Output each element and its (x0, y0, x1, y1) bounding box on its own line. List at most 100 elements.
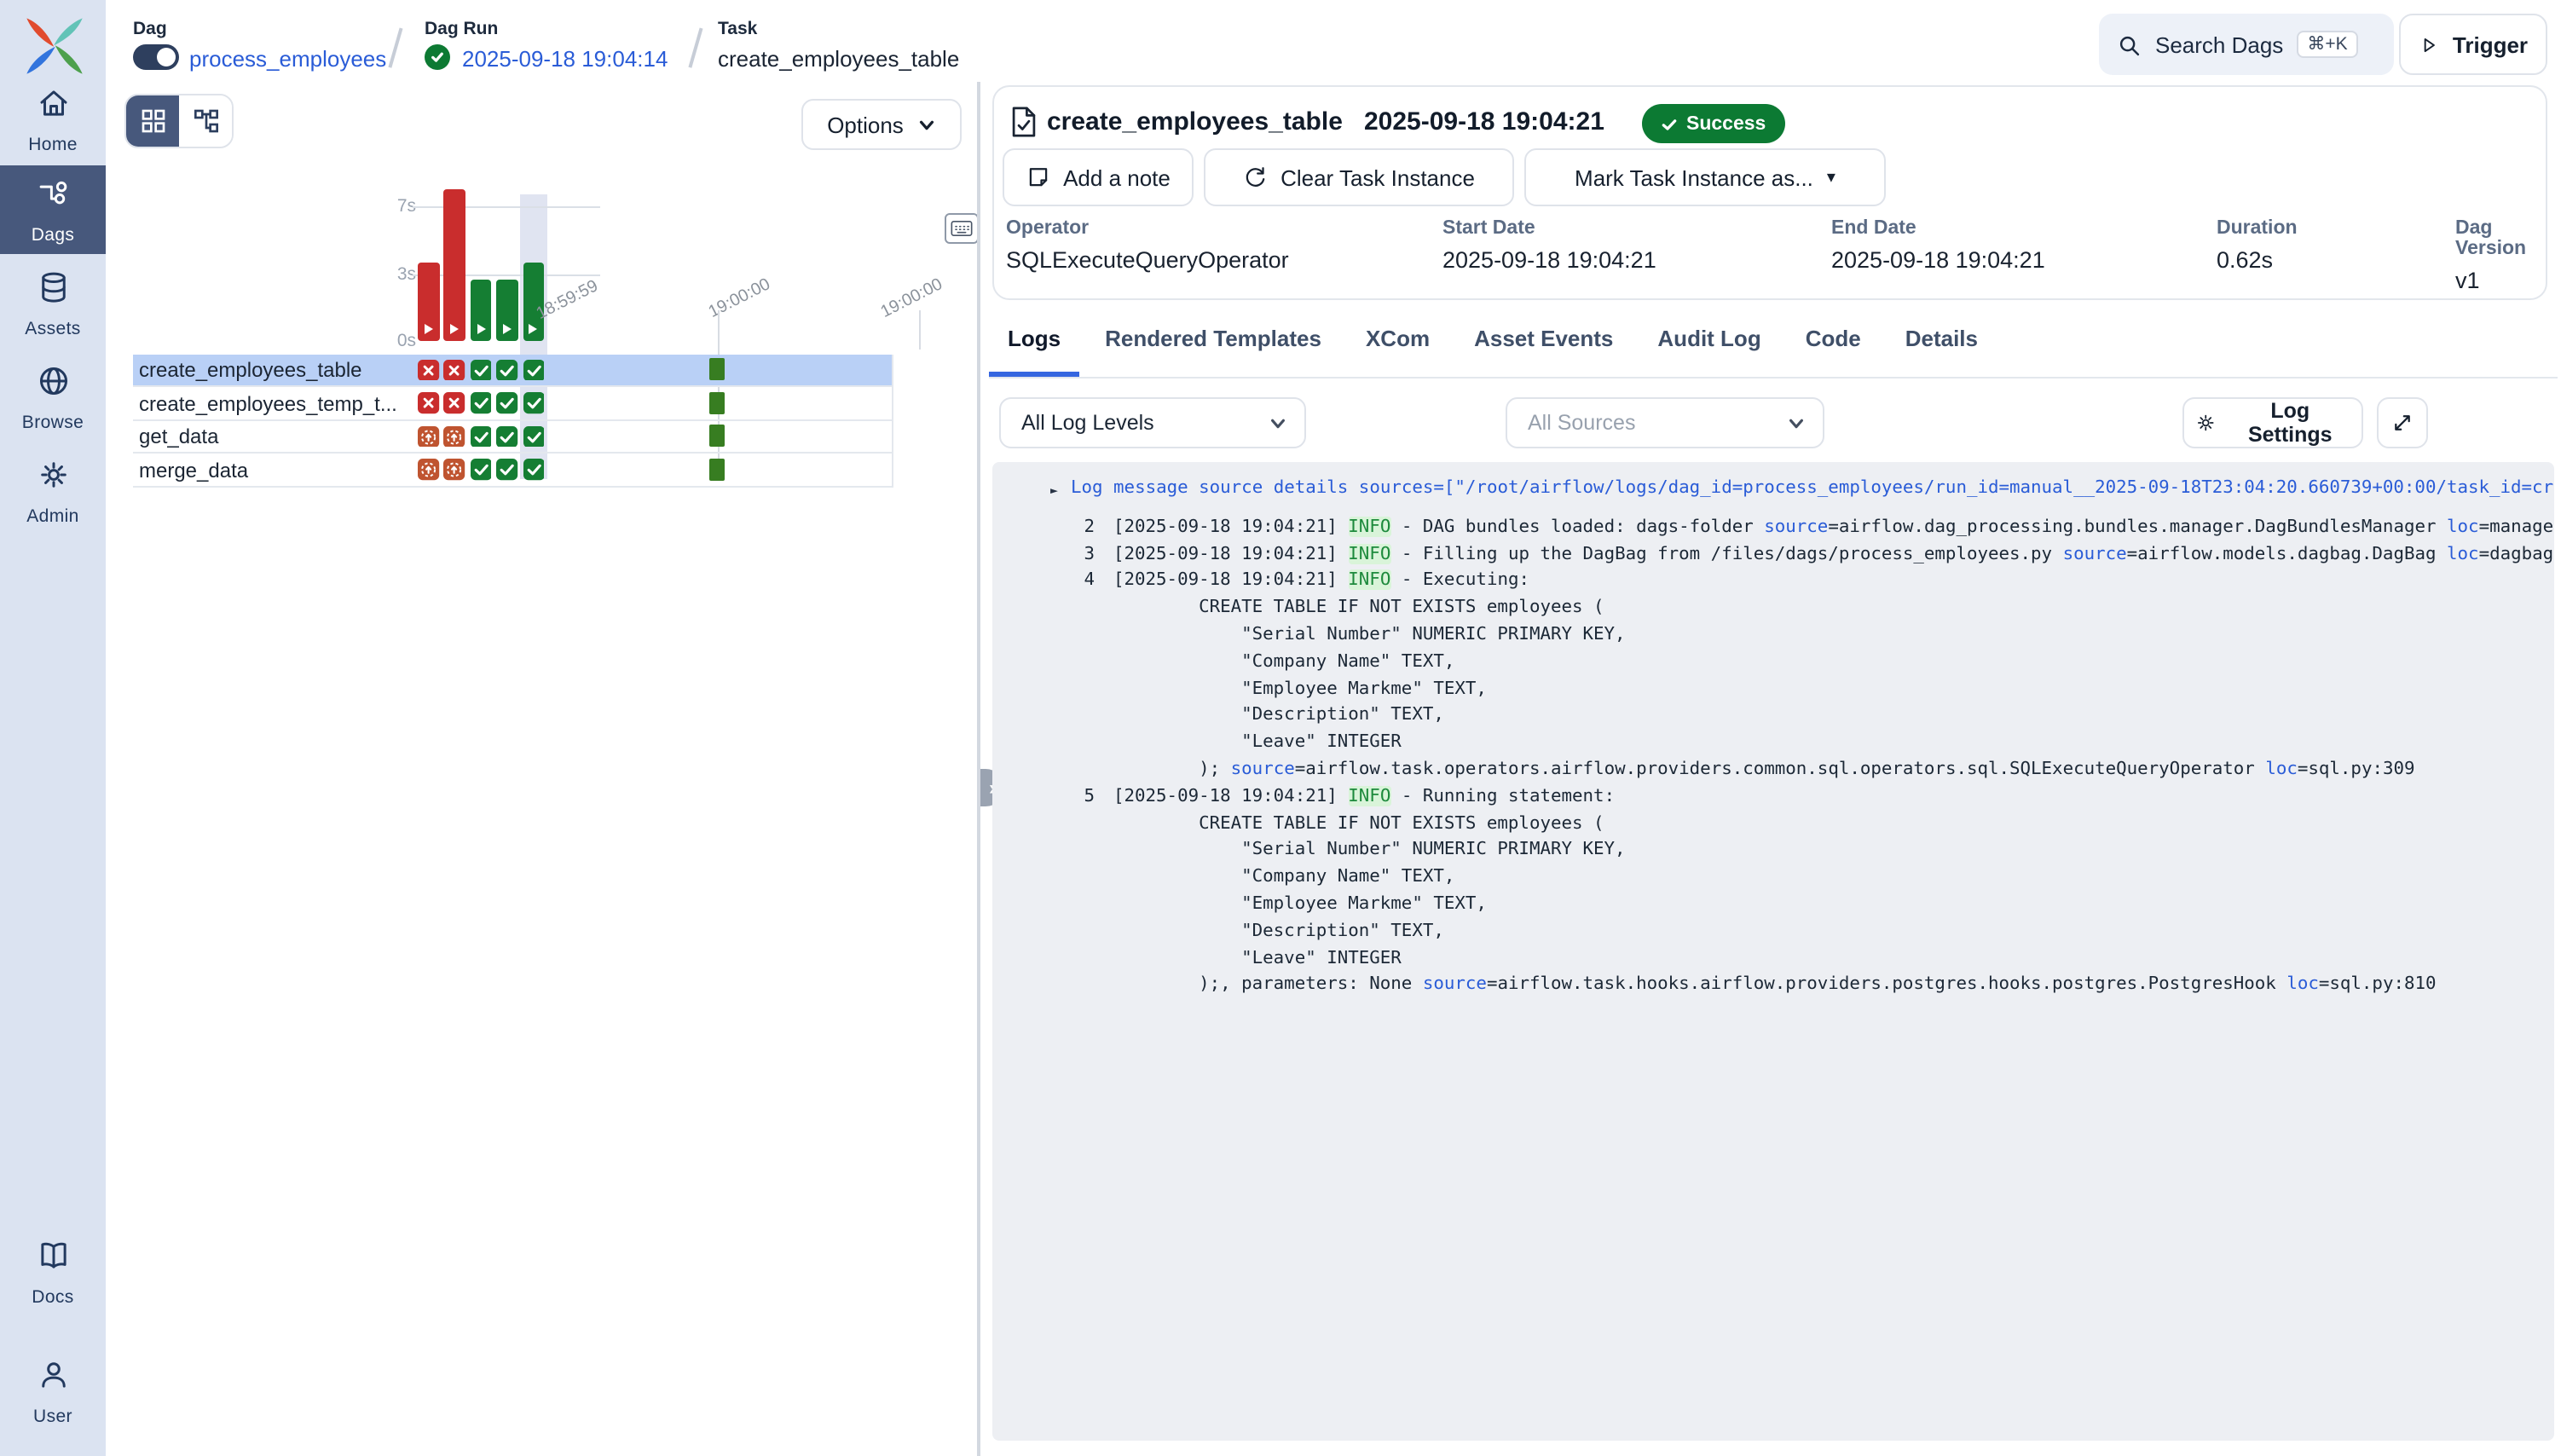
task-row[interactable]: create_employees_temp_t... (132, 387, 891, 420)
log-levels-select[interactable]: All Log Levels (999, 397, 1306, 448)
breadcrumb-task-value: create_employees_table (718, 46, 959, 72)
latest-run-bar[interactable] (709, 425, 725, 447)
graph-icon (192, 107, 219, 135)
breadcrumb-separator (688, 28, 702, 68)
task-instance-success-icon[interactable] (496, 392, 517, 413)
trigger-button[interactable]: Trigger (2399, 14, 2547, 75)
run-duration-bar[interactable] (523, 263, 544, 341)
run-duration-bar[interactable] (496, 280, 517, 341)
tab-details[interactable]: Details (1887, 303, 1997, 377)
task-instance-success-icon[interactable] (496, 459, 517, 480)
expand-icon (2390, 411, 2414, 435)
sidebar-item-label: Browse (22, 412, 84, 432)
meta-value: v1 (2455, 268, 2561, 293)
log-sources-select[interactable]: All Sources (1506, 397, 1824, 448)
grid-view-button[interactable] (126, 95, 179, 147)
task-instance-failed-icon[interactable] (444, 392, 465, 413)
task-instance-upstream_failed-icon[interactable] (444, 459, 465, 480)
latest-run-bar[interactable] (709, 391, 725, 413)
tab-logs[interactable]: Logs (989, 303, 1079, 377)
y-axis-tick-label: 3s (365, 263, 416, 284)
dag-pause-toggle[interactable] (133, 44, 179, 70)
task-instance-success-icon[interactable] (471, 359, 492, 380)
manual-run-icon (450, 324, 459, 334)
task-row[interactable]: create_employees_table (132, 354, 891, 387)
task-instance-success-icon[interactable] (523, 459, 544, 480)
clear-task-instance-button[interactable]: Clear Task Instance (1204, 148, 1514, 206)
tab-rendered-templates[interactable]: Rendered Templates (1086, 303, 1340, 377)
sidebar-item-label: User (33, 1406, 72, 1426)
task-instance-failed-icon[interactable] (418, 392, 439, 413)
run-duration-bar[interactable] (444, 189, 465, 341)
log-source-details-line[interactable]: ►Log message source details sources=["/r… (992, 476, 2554, 503)
task-instance-failed-icon[interactable] (418, 359, 439, 380)
search-dags-button[interactable]: Search Dags ⌘+K (2099, 14, 2394, 75)
latest-run-bar[interactable] (709, 458, 725, 480)
task-instance-success-icon[interactable] (471, 425, 492, 447)
browse-icon (35, 362, 71, 407)
task-instance-success-icon[interactable] (496, 425, 517, 447)
breadcrumb-separator (388, 28, 402, 68)
airflow-logo-icon[interactable] (22, 14, 87, 78)
task-instance-success-icon[interactable] (523, 425, 544, 447)
task-instance-upstream_failed-icon[interactable] (444, 425, 465, 447)
meta-label: Dag Version (2455, 218, 2561, 259)
task-instance-upstream_failed-icon[interactable] (418, 459, 439, 480)
task-instance-success-icon[interactable] (471, 459, 492, 480)
options-button[interactable]: Options (801, 99, 962, 150)
tab-xcom[interactable]: XCom (1347, 303, 1448, 377)
sidebar-item-user[interactable]: User (0, 1347, 106, 1436)
task-instance-failed-icon[interactable] (444, 359, 465, 380)
log-text: [2025-09-18 19:04:21] INFO - Running sta… (1113, 784, 2437, 1000)
disclosure-triangle-icon[interactable]: ► (1050, 477, 1058, 505)
task-row[interactable]: get_data (132, 420, 891, 454)
tabs: LogsRendered TemplatesXComAsset EventsAu… (989, 303, 2558, 378)
fullscreen-logs-button[interactable] (2377, 397, 2428, 448)
sidebar-item-browse[interactable]: Browse (0, 353, 106, 442)
sidebar-item-docs[interactable]: Docs (0, 1228, 106, 1316)
run-duration-bar[interactable] (418, 263, 439, 341)
grid-icon (139, 107, 166, 135)
meta-dag-version: Dag Version v1 (2455, 218, 2561, 293)
tab-code[interactable]: Code (1787, 303, 1880, 377)
run-duration-bar[interactable] (471, 280, 492, 341)
keyboard-shortcuts-button[interactable] (945, 213, 979, 244)
breadcrumb-dagrun-label: Dag Run (425, 19, 498, 39)
meta-operator: OperatorSQLExecuteQueryOperator (1006, 218, 1289, 273)
tab-audit-log[interactable]: Audit Log (1639, 303, 1779, 377)
task-instance-success-icon[interactable] (471, 392, 492, 413)
task-instance-success-icon[interactable] (496, 359, 517, 380)
task-name: create_employees_temp_t... (139, 391, 397, 415)
task-instance-success-icon[interactable] (523, 392, 544, 413)
manual-run-icon (477, 324, 485, 334)
note-icon (1026, 165, 1049, 189)
admin-icon (35, 456, 71, 500)
sidebar-item-label: Home (28, 134, 78, 154)
tab-asset-events[interactable]: Asset Events (1455, 303, 1632, 377)
mark-task-instance-as-button[interactable]: Mark Task Instance as... ▾ (1524, 148, 1886, 206)
latest-run-bar[interactable] (709, 358, 725, 380)
sidebar-item-dags[interactable]: Dags (0, 165, 106, 254)
log-line: 4[2025-09-18 19:04:21] INFO - Executing:… (992, 569, 2554, 784)
meta-value: SQLExecuteQueryOperator (1006, 247, 1289, 273)
assets-icon (35, 269, 71, 313)
keyboard-icon (950, 218, 974, 239)
task-row[interactable]: merge_data (132, 454, 891, 487)
task-instance-upstream_failed-icon[interactable] (418, 425, 439, 447)
search-label: Search Dags (2155, 32, 2283, 57)
meta-value: 2025-09-18 19:04:21 (1831, 247, 2045, 273)
task-grid: create_employees_table create_employees_t… (132, 354, 893, 487)
add-note-button[interactable]: Add a note (1003, 148, 1194, 206)
graph-view-button[interactable] (179, 95, 232, 147)
sidebar-item-admin[interactable]: Admin (0, 447, 106, 535)
x-axis-time-label: 19:00:00 (705, 275, 772, 322)
task-instance-success-icon[interactable] (523, 359, 544, 380)
log-line-number: 4 (992, 569, 1095, 596)
log-output[interactable]: ►Log message source details sources=["/r… (992, 462, 2554, 1441)
sidebar-item-label: Dags (32, 224, 75, 245)
log-settings-button[interactable]: Log Settings (2182, 397, 2363, 448)
breadcrumb-dag-link[interactable]: process_employees (189, 46, 386, 72)
breadcrumb-dagrun-link[interactable]: 2025-09-18 19:04:14 (462, 46, 668, 72)
sidebar-item-home[interactable]: Home (0, 75, 106, 164)
sidebar-item-assets[interactable]: Assets (0, 259, 106, 348)
